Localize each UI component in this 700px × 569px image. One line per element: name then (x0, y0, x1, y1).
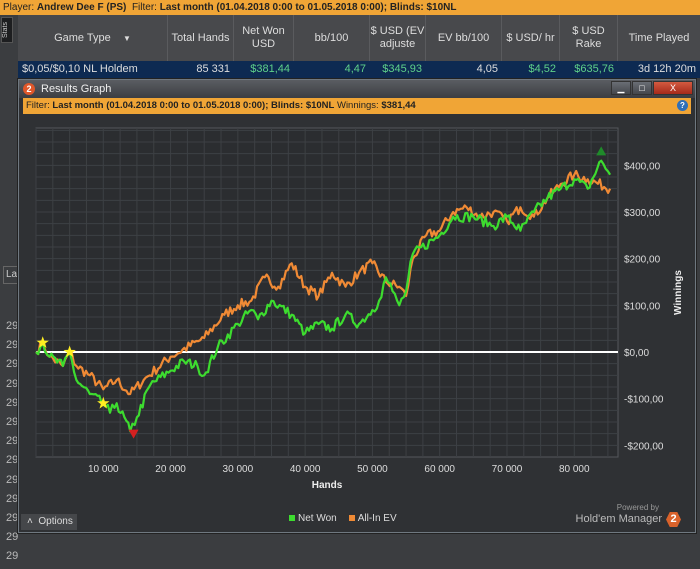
results-graph-window: 2 Results Graph ▁ □ X Filter: Last month… (18, 79, 696, 533)
cell-bb100: 4,47 (344, 63, 366, 75)
sort-dropdown-icon[interactable]: ▼ (123, 32, 131, 45)
stats-tab[interactable]: Stats (1, 17, 13, 43)
x-tick-label: 70 000 (492, 464, 523, 475)
x-tick-label: 30 000 (223, 464, 254, 475)
hm2-hex-icon: 2 (666, 512, 681, 527)
left-row[interactable]: 29 (0, 531, 18, 550)
brand-name: Hold'em Manager (575, 513, 662, 525)
help-icon[interactable]: ? (677, 100, 688, 111)
powered-by-logo: Powered by Hold'em Manager 2 (576, 503, 681, 527)
graph-filter-bar: Filter: Last month (01.04.2018 0:00 to 0… (23, 98, 691, 114)
y-tick-label: $200,00 (624, 255, 661, 266)
left-panel-tab[interactable]: La (3, 266, 18, 284)
legend-all-in-ev[interactable]: All-In EV (348, 513, 397, 524)
cell-total-hands: 85 331 (196, 63, 230, 75)
x-tick-label: 10 000 (88, 464, 119, 475)
table-row[interactable]: $0,05/$0,10 NL Holdem 85 331 $381,44 4,4… (18, 61, 700, 78)
legend-label: Net Won (298, 513, 337, 524)
options-label: Options (38, 516, 73, 527)
minimize-button[interactable]: ▁ (611, 81, 631, 95)
cell-game-type: $0,05/$0,10 NL Holdem (22, 63, 138, 75)
filter-text: Last month (01.04.2018 0:00 to 01.05.201… (159, 2, 457, 13)
left-row[interactable]: 29 (0, 358, 18, 377)
x-axis-label: Hands (312, 480, 343, 491)
x-tick-label: 20 000 (155, 464, 186, 475)
col-bb100[interactable]: bb/100 (294, 15, 370, 61)
table-header: Game Type ▼ Total Hands Net Won USD bb/1… (18, 15, 700, 61)
close-button[interactable]: X (653, 81, 693, 95)
cell-usd-hr: $4,52 (528, 63, 556, 75)
powered-by-text: Powered by (616, 503, 659, 512)
left-row[interactable]: 29 (0, 512, 18, 531)
filter-text: Last month (01.04.2018 0:00 to 01.05.201… (52, 100, 335, 111)
col-net-won[interactable]: Net Won USD (234, 15, 294, 61)
options-button[interactable]: ˄ Options (21, 514, 77, 530)
x-tick-label: 50 000 (357, 464, 388, 475)
chart-legend: Net Won All-In EV (289, 513, 397, 524)
winnings-value: $381,44 (381, 100, 416, 111)
x-tick-label: 60 000 (424, 464, 455, 475)
x-tick-label: 40 000 (290, 464, 321, 475)
col-ev-bb100[interactable]: EV bb/100 (426, 15, 502, 61)
y-tick-label: $300,00 (624, 208, 661, 219)
left-row[interactable]: 29 (0, 320, 18, 339)
left-row[interactable]: 29 (0, 435, 18, 454)
player-name: Andrew Dee F (PS) (36, 2, 127, 13)
left-row[interactable]: 29 (0, 339, 18, 358)
filter-label: Filter: (131, 2, 157, 13)
left-row[interactable]: 29 (0, 474, 18, 493)
y-tick-label: -$200,00 (624, 441, 664, 452)
window-titlebar[interactable]: 2 Results Graph ▁ □ X (19, 80, 695, 98)
col-usd-hr[interactable]: $ USD/ hr (502, 15, 560, 61)
cell-ev-adjusted: $345,93 (382, 63, 422, 75)
hm2-logo-icon: 2 (23, 83, 35, 95)
left-row[interactable]: 29 (0, 397, 18, 416)
col-label: Game Type (54, 31, 111, 44)
left-column: 29 29 29 29 29 29 29 29 29 29 29 29 29 (0, 320, 18, 569)
legend-net-won[interactable]: Net Won (289, 513, 337, 524)
window-title: Results Graph (41, 83, 112, 95)
x-tick-label: 80 000 (559, 464, 590, 475)
left-row[interactable]: 29 (0, 493, 18, 512)
y-tick-label: -$100,00 (624, 395, 664, 406)
col-total-hands[interactable]: Total Hands (168, 15, 234, 61)
filter-label: Filter: (26, 100, 50, 111)
y-tick-label: $0,00 (624, 348, 649, 359)
cell-ev-bb100: 4,05 (476, 63, 498, 75)
left-row[interactable]: 29 (0, 550, 18, 569)
maximize-button[interactable]: □ (632, 81, 652, 95)
y-tick-label: $100,00 (624, 301, 661, 312)
col-game-type[interactable]: Game Type ▼ (18, 15, 168, 61)
legend-label: All-In EV (357, 513, 397, 524)
y-tick-label: $400,00 (624, 161, 661, 172)
col-ev-adjusted[interactable]: $ USD (EV adjuste (370, 15, 426, 61)
chevron-up-icon: ˄ (27, 516, 33, 527)
results-chart: 10 000 20 000 30 000 40 000 50 000 60 000 70 0… (35, 127, 684, 491)
left-row[interactable]: 29 (0, 454, 18, 473)
left-row[interactable]: 29 (0, 416, 18, 435)
left-row[interactable]: 29 (0, 378, 18, 397)
y-axis-label: Winnings (673, 270, 684, 315)
player-filter-bar: Player: Andrew Dee F (PS) Filter: Last m… (0, 0, 700, 15)
player-label: Player: (3, 2, 35, 13)
cell-net-won: $381,44 (250, 63, 290, 75)
col-time-played[interactable]: Time Played (618, 15, 700, 61)
winnings-label: Winnings: (336, 100, 379, 111)
cell-time-played: 3d 12h 20m (637, 63, 696, 75)
cell-rake: $635,76 (574, 63, 614, 75)
col-rake[interactable]: $ USD Rake (560, 15, 618, 61)
